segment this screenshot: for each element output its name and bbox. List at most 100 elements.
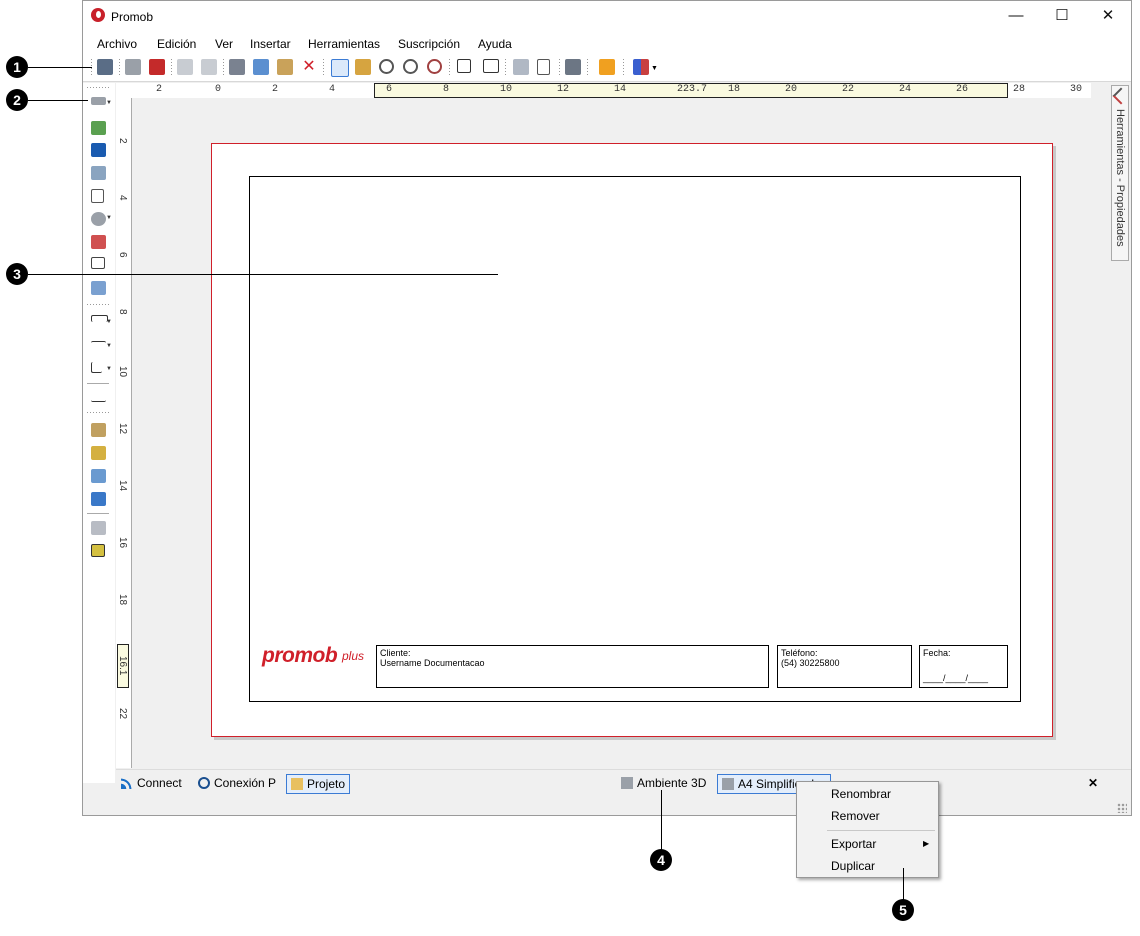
toolbar-separator — [87, 383, 109, 384]
ungroup-icon[interactable] — [91, 544, 105, 557]
align-center-icon[interactable] — [91, 469, 106, 483]
toolbar-separator — [171, 59, 172, 77]
chevron-down-icon[interactable]: ▼ — [106, 100, 112, 106]
insert-view-icon[interactable] — [91, 166, 106, 180]
toolbar-grip — [87, 87, 109, 88]
menu-item-duplicar[interactable]: Duplicar — [831, 859, 875, 873]
view-rectangle-icon[interactable] — [91, 97, 106, 105]
insert-frame-icon[interactable] — [91, 257, 105, 269]
ruler-label: 24 — [899, 84, 912, 95]
context-menu: Renombrar Remover Exportar ▶ Duplicar — [796, 781, 939, 878]
tools-icon — [1112, 87, 1130, 105]
measure-icon[interactable] — [91, 393, 106, 402]
redo-icon[interactable] — [201, 59, 217, 75]
align-middle-icon[interactable] — [91, 492, 106, 506]
menu-herramientas[interactable]: Herramientas — [308, 37, 380, 51]
insert-image-icon[interactable] — [91, 121, 106, 135]
callout-3: 3 — [6, 263, 28, 285]
user-account-icon[interactable] — [599, 59, 615, 75]
maximize-button[interactable]: ☐ — [1039, 1, 1085, 31]
menu-item-remover[interactable]: Remover — [831, 809, 880, 823]
chevron-down-icon[interactable]: ▼ — [106, 319, 112, 325]
ruler-label: 6 — [386, 84, 393, 95]
bottom-tab-bar: Connect Conexión P Projeto Ambiente 3D A… — [116, 769, 1131, 796]
ruler-label: 12 — [557, 84, 570, 95]
zoom-all-icon[interactable] — [483, 59, 499, 73]
zoom-in-icon[interactable] — [379, 59, 394, 74]
undo-icon[interactable] — [177, 59, 193, 75]
brand-logo: promob — [262, 644, 338, 667]
menu-suscripcion[interactable]: Suscripción — [398, 37, 460, 51]
tab-projeto[interactable]: Projeto — [286, 774, 351, 794]
toolbar-separator — [587, 59, 588, 77]
dimension-angle-icon[interactable] — [91, 362, 102, 373]
menu-ayuda[interactable]: Ayuda — [478, 37, 512, 51]
callout-line — [28, 67, 92, 68]
insert-environment-icon[interactable] — [91, 212, 106, 226]
menu-separator — [827, 830, 935, 831]
window-title: Promob — [111, 10, 154, 24]
horizontal-ruler: 2 0 2 4 6 8 10 12 14 223.7 18 20 22 24 2… — [116, 83, 1091, 99]
toolbar-separator — [623, 59, 624, 77]
insert-module-icon[interactable] — [91, 235, 106, 249]
telefono-label: Teléfono: — [781, 648, 818, 658]
menu-ver[interactable]: Ver — [215, 37, 233, 51]
print-icon[interactable] — [125, 59, 141, 75]
dimension-chain-icon[interactable] — [91, 341, 106, 346]
rss-icon — [121, 777, 133, 789]
callout-line — [28, 100, 88, 101]
bring-front-icon[interactable] — [91, 423, 106, 437]
send-back-icon[interactable] — [91, 446, 106, 460]
toolbar-grip — [87, 412, 109, 413]
display-mode-icon[interactable] — [633, 59, 649, 75]
telefono-box: Teléfono: (54) 30225800 — [777, 645, 912, 688]
menu-item-renombrar[interactable]: Renombrar — [831, 787, 891, 801]
ruler-label: 18 — [117, 594, 128, 606]
chevron-down-icon[interactable]: ▼ — [106, 343, 112, 349]
select-pointer-icon[interactable] — [331, 59, 349, 77]
delete-icon[interactable]: ✕ — [301, 59, 317, 75]
group-icon[interactable] — [91, 521, 106, 535]
insert-text-icon[interactable] — [91, 143, 106, 157]
insert-list-icon[interactable] — [91, 189, 104, 203]
toolbar-grip — [87, 304, 109, 305]
toolbar-separator — [323, 59, 324, 77]
menu-edicion[interactable]: Edición — [157, 37, 196, 51]
tab-label: Ambiente 3D — [637, 776, 707, 790]
insert-symbol-icon[interactable] — [91, 281, 106, 295]
menu-archivo[interactable]: Archivo — [97, 37, 137, 51]
pdf-icon[interactable] — [149, 59, 165, 75]
pan-hand-icon[interactable] — [355, 59, 371, 75]
copy-icon[interactable] — [253, 59, 269, 75]
layers-icon[interactable] — [513, 59, 529, 75]
chevron-down-icon[interactable]: ▼ — [106, 366, 112, 372]
menu-item-exportar[interactable]: Exportar — [831, 837, 876, 851]
save-icon[interactable] — [97, 59, 113, 75]
chevron-down-icon[interactable]: ▼ — [651, 65, 658, 72]
callout-1: 1 — [6, 56, 28, 78]
minimize-button[interactable]: — — [993, 1, 1039, 31]
new-page-icon[interactable] — [537, 59, 550, 75]
close-tab-icon[interactable]: ✕ — [1088, 774, 1098, 792]
resize-grip-icon[interactable] — [1117, 803, 1127, 813]
ruler-label: 30 — [1070, 84, 1083, 95]
zoom-window-icon[interactable] — [427, 59, 442, 74]
chevron-down-icon[interactable]: ▼ — [106, 215, 112, 221]
tab-connect[interactable]: Connect — [121, 774, 182, 792]
menu-insertar[interactable]: Insertar — [250, 37, 291, 51]
zoom-out-icon[interactable] — [403, 59, 418, 74]
vertical-ruler: 2 4 6 8 10 12 14 16 18 20 22 16.1 — [116, 98, 132, 768]
ruler-label: 6 — [117, 252, 128, 258]
drawing-toolbar: ▼ ▼ ▼ ▼ ▼ — [83, 83, 115, 783]
paste-icon[interactable] — [277, 59, 293, 75]
properties-icon[interactable] — [565, 59, 581, 75]
callout-line — [28, 274, 498, 275]
folder-icon — [291, 778, 303, 790]
zoom-extents-icon[interactable] — [457, 59, 471, 73]
close-button[interactable]: ✕ — [1085, 1, 1131, 31]
tab-ambiente-3d[interactable]: Ambiente 3D — [621, 774, 706, 792]
cut-icon[interactable] — [229, 59, 245, 75]
title-bar: Promob — ☐ ✕ — [83, 1, 1131, 31]
cliente-value: Username Documentacao — [380, 658, 485, 668]
tab-conexion[interactable]: Conexión P — [198, 774, 276, 792]
